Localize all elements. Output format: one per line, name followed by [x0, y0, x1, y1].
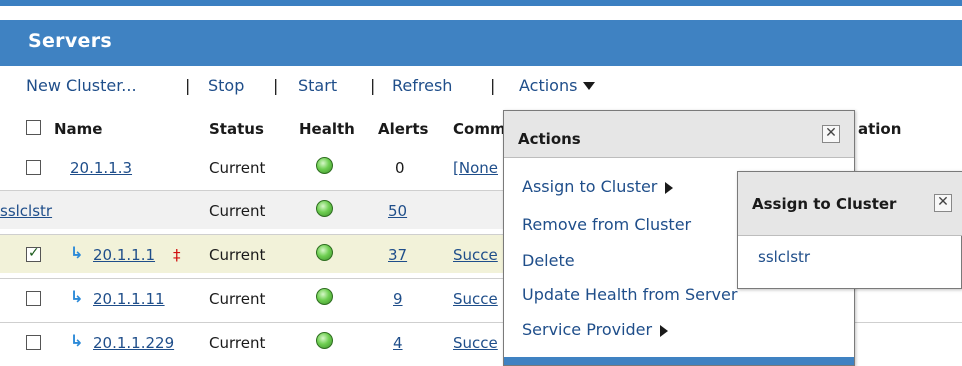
- health-ok-icon: [316, 244, 333, 261]
- new-cluster-link[interactable]: New Cluster...: [26, 76, 137, 95]
- server-name-link[interactable]: 20.1.1.3: [70, 159, 132, 177]
- assign-to-cluster-submenu: Assign to Cluster ✕ sslclstr: [737, 171, 962, 289]
- refresh-link[interactable]: Refresh: [392, 76, 452, 95]
- health-ok-icon: [316, 157, 333, 174]
- server-name-link[interactable]: 20.1.1.1: [93, 246, 155, 264]
- health-ok-icon: [316, 200, 333, 217]
- status-text: Current: [209, 290, 266, 308]
- actions-menu-label: Actions: [519, 76, 578, 95]
- menu-item-service-provider[interactable]: Service Provider: [522, 320, 669, 339]
- menu-item-update-health[interactable]: Update Health from Server: [522, 285, 737, 304]
- close-icon[interactable]: ✕: [934, 194, 952, 212]
- toolbar-separator: |: [273, 76, 279, 95]
- server-name-link[interactable]: 20.1.1.229: [93, 334, 174, 352]
- server-marker: ‡: [173, 246, 181, 264]
- status-text: Current: [209, 246, 266, 264]
- menu-item-remove-from-cluster[interactable]: Remove from Cluster: [522, 215, 691, 234]
- submenu-item-cluster[interactable]: sslclstr: [758, 248, 810, 266]
- comm-link[interactable]: [None: [453, 159, 498, 177]
- menu-item-label: Assign to Cluster: [522, 177, 658, 196]
- top-accent-bar: [0, 0, 962, 6]
- toolbar: New Cluster... | Stop | Start | Refresh …: [0, 70, 962, 100]
- submenu-arrow-icon: [665, 181, 674, 194]
- column-header-ation[interactable]: ation: [858, 120, 901, 138]
- toolbar-separator: |: [490, 76, 496, 95]
- servers-panel-header: Servers: [0, 20, 962, 66]
- caret-down-icon: [583, 82, 596, 90]
- submenu-header: Assign to Cluster ✕: [738, 172, 962, 236]
- child-arrow-icon: ↳: [70, 287, 84, 306]
- comm-link[interactable]: Succe: [453, 246, 498, 264]
- column-header-name[interactable]: Name: [54, 120, 102, 138]
- server-name-link[interactable]: 20.1.1.11: [93, 290, 165, 308]
- row-checkbox[interactable]: [26, 245, 41, 262]
- close-icon[interactable]: ✕: [822, 125, 840, 143]
- cluster-name-link[interactable]: sslclstr: [0, 202, 52, 220]
- column-header-comm[interactable]: Comm: [453, 120, 506, 138]
- status-text: Current: [209, 202, 266, 220]
- panel-title: Servers: [28, 30, 112, 52]
- comm-link[interactable]: Succe: [453, 334, 498, 352]
- alerts-count-link[interactable]: 50: [388, 202, 407, 220]
- health-ok-icon: [316, 332, 333, 349]
- alerts-count-link[interactable]: 9: [393, 290, 403, 308]
- status-text: Current: [209, 159, 266, 177]
- select-all-checkbox[interactable]: [26, 120, 41, 135]
- menu-item-assign-to-cluster[interactable]: Assign to Cluster: [522, 177, 674, 196]
- column-header-health[interactable]: Health: [299, 120, 355, 138]
- column-header-status[interactable]: Status: [209, 120, 264, 138]
- row-checkbox[interactable]: [26, 335, 41, 350]
- actions-menu-button[interactable]: Actions: [519, 76, 596, 95]
- alerts-count-link[interactable]: 4: [393, 334, 403, 352]
- row-checkbox[interactable]: [26, 160, 41, 175]
- menu-item-label: Service Provider: [522, 320, 653, 339]
- child-arrow-icon: ↳: [70, 243, 84, 262]
- menu-item-delete[interactable]: Delete: [522, 251, 575, 270]
- row-checkbox[interactable]: [26, 291, 41, 306]
- child-arrow-icon: ↳: [70, 331, 84, 350]
- comm-link[interactable]: Succe: [453, 290, 498, 308]
- toolbar-separator: |: [370, 76, 376, 95]
- submenu-title: Assign to Cluster: [752, 195, 897, 213]
- health-ok-icon: [316, 288, 333, 305]
- actions-popup-title: Actions: [518, 130, 581, 148]
- status-text: Current: [209, 334, 266, 352]
- submenu-arrow-icon: [660, 324, 669, 337]
- start-link[interactable]: Start: [298, 76, 337, 95]
- alerts-count: 0: [395, 159, 405, 177]
- stop-link[interactable]: Stop: [208, 76, 244, 95]
- actions-popup-header: Actions ✕: [504, 111, 854, 158]
- column-header-alerts[interactable]: Alerts: [378, 120, 428, 138]
- toolbar-separator: |: [185, 76, 191, 95]
- alerts-count-link[interactable]: 37: [388, 246, 407, 264]
